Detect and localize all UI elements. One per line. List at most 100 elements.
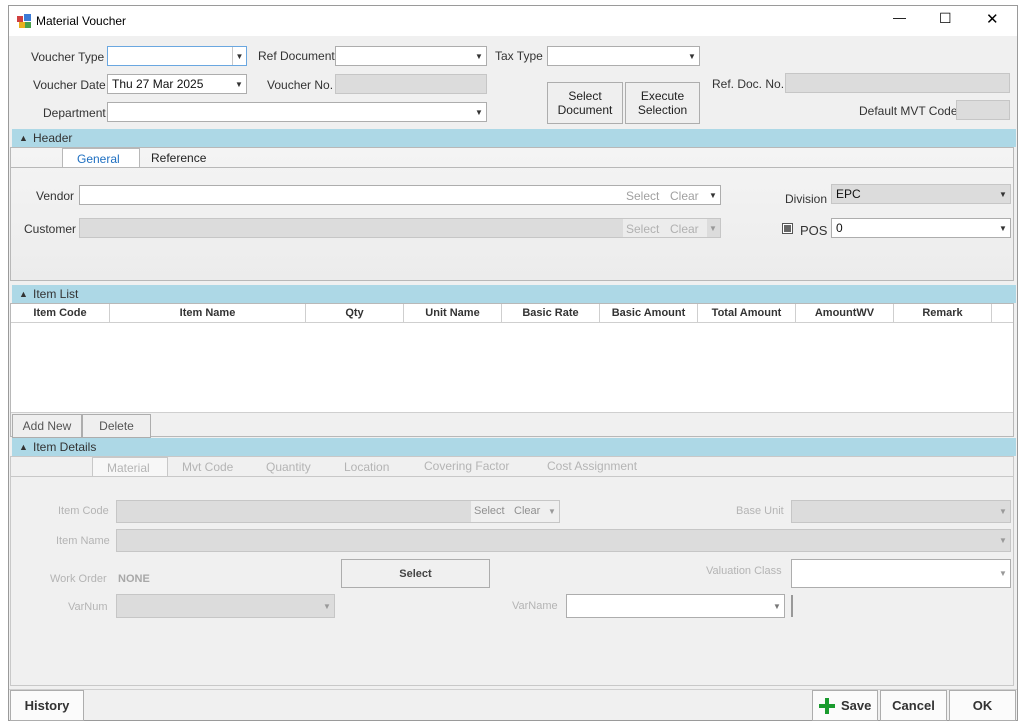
add-new-button[interactable]: Add New [12,414,82,438]
maximize-button[interactable]: ☐ [939,10,952,27]
vendor-label: Vendor [36,189,75,203]
save-button[interactable]: Save [812,690,878,721]
voucher-no-label: Voucher No. [267,78,334,92]
vendor-clear-link[interactable]: Clear [670,189,699,203]
work-order-label: Work Order [50,573,107,585]
ref-document-select[interactable]: ▼ [335,46,487,66]
ref-doc-no-field [785,73,1010,93]
ok-button[interactable]: OK [949,690,1016,721]
save-label: Save [841,697,872,713]
item-clear-link: Clear [514,505,541,517]
department-select[interactable]: ▼ [107,102,487,122]
valuation-class-select[interactable]: ▼ [791,559,1011,588]
history-button[interactable]: History [10,690,84,721]
header-section-title: Header [33,131,73,145]
execute-selection-button[interactable]: Execute Selection [625,82,700,124]
tab-location[interactable]: Location [344,460,389,474]
item-name-label: Item Name [56,535,110,547]
voucher-date-picker[interactable]: Thu 27 Mar 2025 ▼ [107,74,247,94]
header-panel: General Reference Vendor Select Clear ▼ … [10,147,1014,281]
column-qty[interactable]: Qty [306,304,404,322]
customer-label: Customer [24,222,77,236]
division-select[interactable]: EPC ▼ [831,184,1011,204]
tab-mvt-code[interactable]: Mvt Code [182,460,233,474]
collapse-up-icon[interactable]: ▲ [19,289,33,299]
plus-icon [819,697,835,714]
voucher-date-label: Voucher Date [33,78,106,92]
column-item-name[interactable]: Item Name [110,304,306,322]
tab-reference[interactable]: Reference [151,151,206,165]
title-bar: Material Voucher — ☐ ✕ [9,6,1017,36]
ref-document-label: Ref Document [258,49,335,63]
column-amountwv[interactable]: AmountWV [796,304,894,322]
column-basic-rate[interactable]: Basic Rate [502,304,600,322]
delete-button[interactable]: Delete [82,414,151,438]
grid-header: Item Code Item Name Qty Unit Name Basic … [11,304,1013,323]
column-basic-amount[interactable]: Basic Amount [600,304,698,322]
varnum-select: ▼ [116,594,335,618]
grid-toolbar: Add New Delete [11,413,1013,438]
vendor-field[interactable]: Select Clear ▼ [79,185,721,205]
chevron-down-icon: ▼ [235,79,243,89]
base-unit-select: ▼ [791,500,1011,523]
pos-label: POS [800,223,828,238]
column-unit-name[interactable]: Unit Name [404,304,502,322]
chevron-down-icon: ▼ [232,47,246,65]
tab-quantity[interactable]: Quantity [266,460,311,474]
chevron-down-icon: ▼ [323,601,331,611]
footer-bar: History Save Cancel OK [9,689,1017,721]
item-list-section-bar[interactable]: ▲ Item List [12,285,1016,303]
app-icon [17,14,31,28]
collapse-up-icon[interactable]: ▲ [19,442,33,452]
chevron-down-icon: ▼ [999,507,1007,516]
tax-type-select[interactable]: ▼ [547,46,700,66]
item-details-panel: Material Mvt Code Quantity Location Cove… [10,456,1014,686]
voucher-type-select[interactable]: ▼ [107,46,247,66]
material-voucher-window: Material Voucher — ☐ ✕ Voucher Type ▼ Vo… [8,5,1018,721]
vendor-select-link[interactable]: Select [626,189,659,203]
item-details-section-bar[interactable]: ▲ Item Details [12,438,1016,456]
item-code-field: Select Clear ▼ [116,500,560,523]
varname-select[interactable]: ▼ [566,594,785,618]
divider [791,595,793,617]
tax-type-label: Tax Type [495,49,543,63]
default-mvt-code-label: Default MVT Code [859,104,958,118]
tab-material[interactable]: Material [92,457,168,477]
voucher-type-label: Voucher Type [31,50,105,64]
default-mvt-code-field [956,100,1010,120]
collapse-up-icon[interactable]: ▲ [19,133,33,143]
work-order-value: NONE [118,573,150,585]
header-section-bar[interactable]: ▲ Header [12,129,1016,147]
column-remark[interactable]: Remark [894,304,992,322]
minimize-button[interactable]: — [893,10,906,25]
varnum-label: VarNum [68,601,108,613]
item-list-grid[interactable]: Item Code Item Name Qty Unit Name Basic … [10,303,1014,438]
customer-field: Select Clear ▼ [79,218,721,238]
chevron-down-icon: ▼ [709,223,717,233]
item-select-link: Select [474,505,505,517]
tab-general[interactable]: General [62,148,140,168]
customer-select-link: Select [626,222,660,236]
base-unit-label: Base Unit [736,505,784,517]
cancel-button[interactable]: Cancel [880,690,947,721]
tab-divider [11,167,1013,168]
item-code-label: Item Code [58,505,109,517]
valuation-class-label: Valuation Class [706,565,782,577]
chevron-down-icon: ▼ [688,51,696,61]
column-total-amount[interactable]: Total Amount [698,304,796,322]
column-item-code[interactable]: Item Code [11,304,110,322]
item-name-field: ▼ [116,529,1011,552]
pos-select[interactable]: 0 ▼ [831,218,1011,238]
close-button[interactable]: ✕ [986,10,999,28]
chevron-down-icon: ▼ [548,507,556,516]
voucher-no-field [335,74,487,94]
select-document-button[interactable]: Select Document [547,82,623,124]
item-details-section-title: Item Details [33,440,97,454]
customer-clear-link: Clear [670,222,699,236]
department-label: Department [43,106,106,120]
pos-checkbox[interactable] [782,223,793,234]
chevron-down-icon: ▼ [709,190,717,200]
tab-cost-assignment[interactable]: Cost Assignment [547,459,637,473]
work-order-select-button[interactable]: Select [341,559,490,588]
tab-covering-factor[interactable]: Covering Factor [424,459,509,473]
